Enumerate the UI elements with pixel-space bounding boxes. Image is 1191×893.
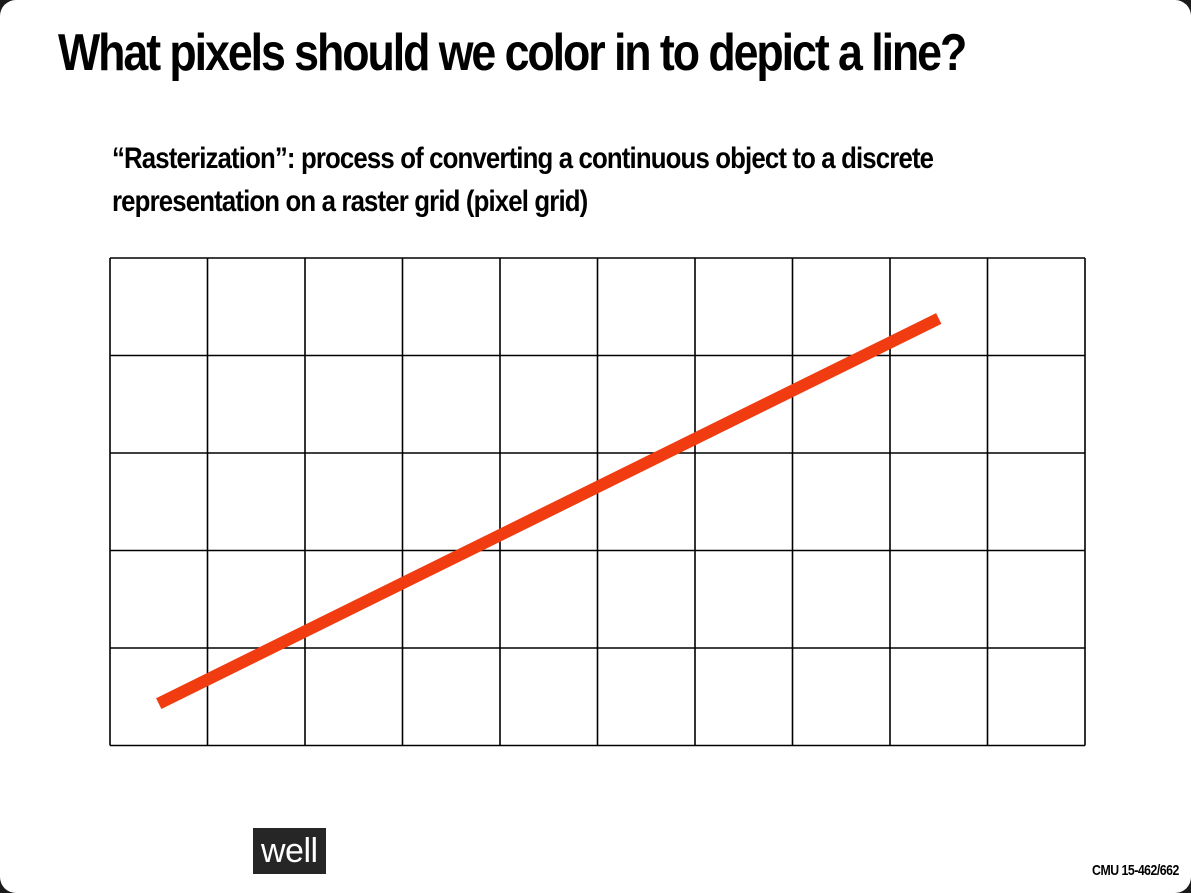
video-frame: What pixels should we color in to depict… [0,0,1191,893]
caption-subtitle: well [253,828,326,874]
course-label: CMU 15-462/662 [1092,862,1179,879]
pixel-grid-figure [109,257,1086,747]
pixel-grid [109,257,1086,747]
continuous-line [156,313,942,709]
slide: What pixels should we color in to depict… [0,0,1191,893]
